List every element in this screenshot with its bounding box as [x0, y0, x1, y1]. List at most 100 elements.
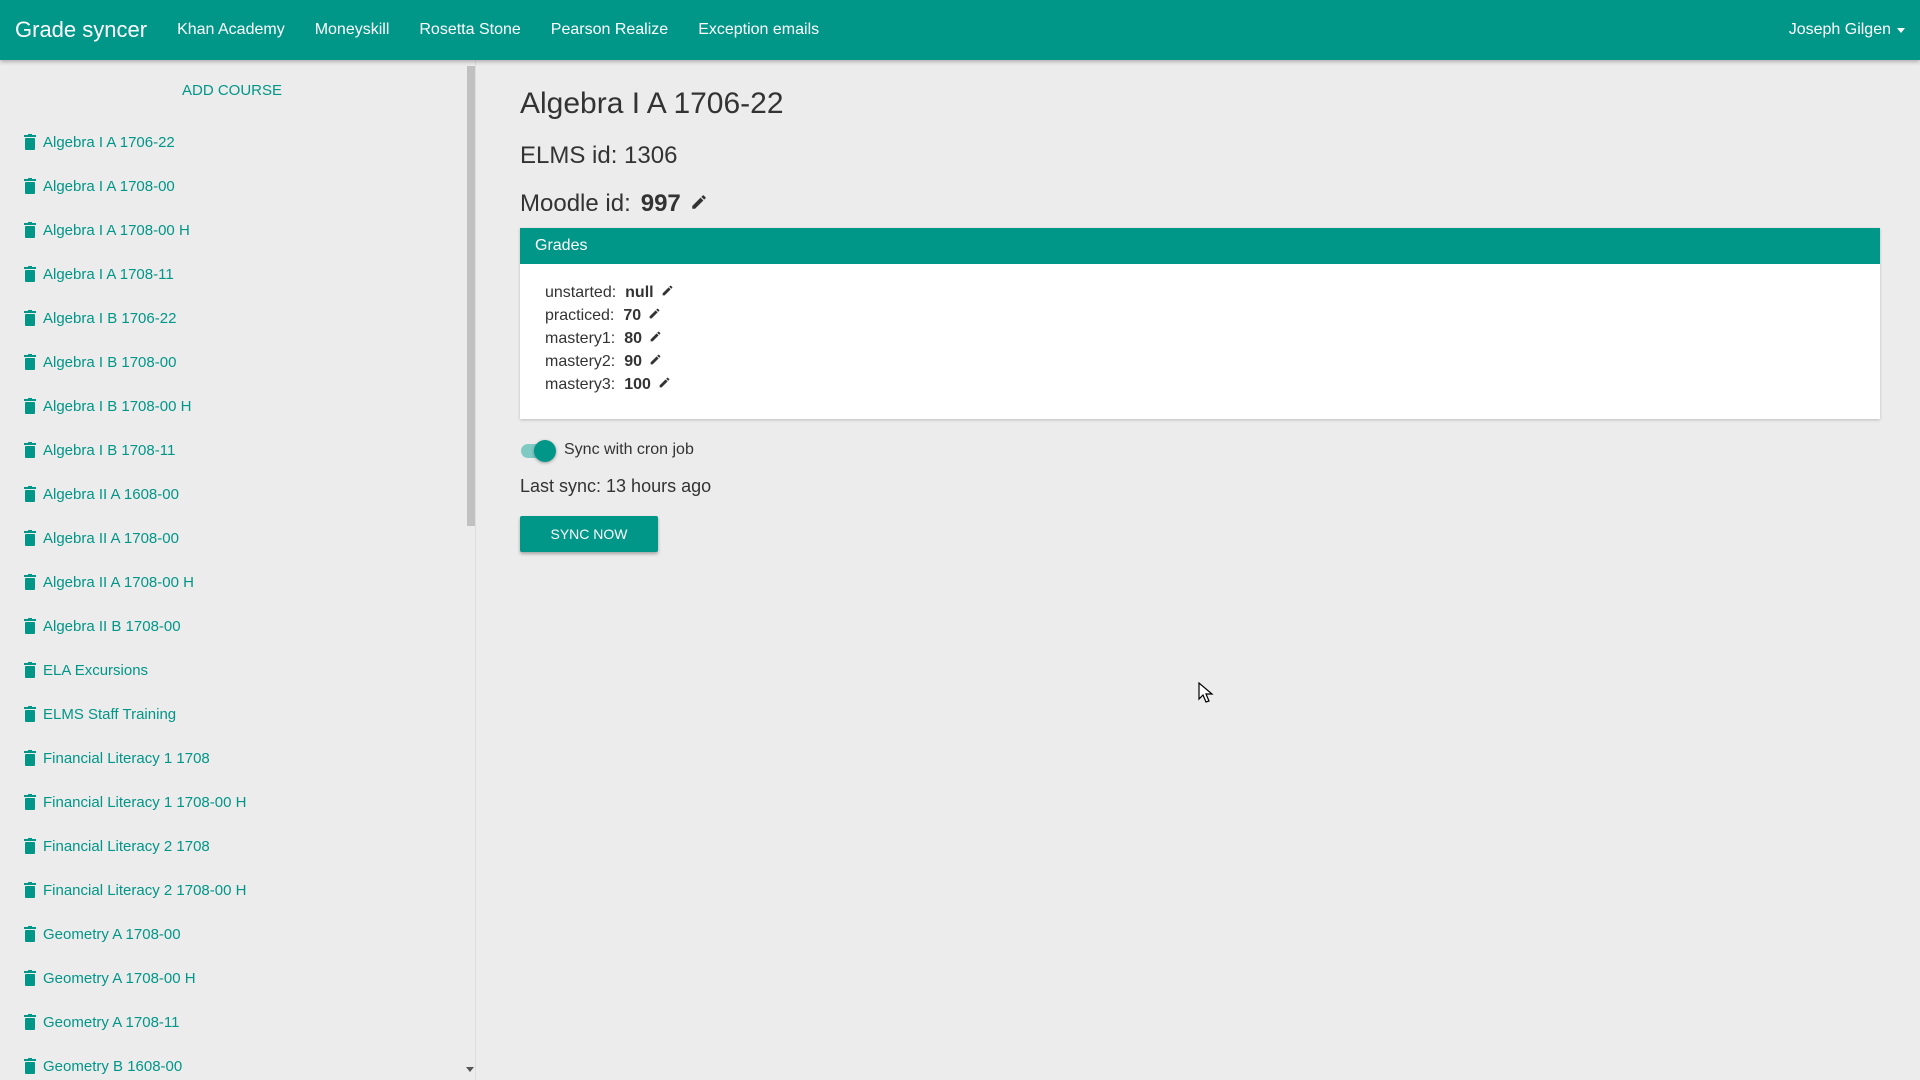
user-name: Joseph Gilgen — [1788, 21, 1891, 38]
scrollbar-thumb[interactable] — [467, 66, 475, 526]
trash-icon[interactable] — [24, 310, 36, 326]
trash-icon[interactable] — [24, 926, 36, 942]
grade-row: unstarted: null — [545, 281, 1880, 304]
grade-value: 80 — [624, 329, 643, 347]
grade-value: 100 — [624, 375, 651, 393]
course-link[interactable]: Algebra I B 1708-00 H — [43, 398, 191, 415]
grade-key: mastery2: — [545, 352, 616, 370]
grade-value: 90 — [624, 352, 643, 370]
course-list-item[interactable]: Algebra I B 1706-22 — [0, 296, 464, 340]
course-list-item[interactable]: ELMS Staff Training — [0, 692, 464, 736]
nav-link-moneyskill[interactable]: Moneyskill — [300, 21, 405, 39]
course-link[interactable]: Algebra II A 1608-00 — [43, 486, 179, 503]
moodle-id-label: Moodle id: — [520, 190, 631, 217]
course-list-item[interactable]: Financial Literacy 2 1708-00 H — [0, 868, 464, 912]
trash-icon[interactable] — [24, 794, 36, 810]
course-link[interactable]: Financial Literacy 1 1708 — [43, 750, 210, 767]
trash-icon[interactable] — [24, 486, 36, 502]
course-list-item[interactable]: Algebra I A 1708-11 — [0, 252, 464, 296]
brand-link[interactable]: Grade syncer — [15, 17, 147, 43]
pencil-icon[interactable] — [690, 190, 708, 218]
course-link[interactable]: Geometry B 1608-00 — [43, 1058, 182, 1075]
user-menu[interactable]: Joseph Gilgen — [1789, 21, 1905, 39]
trash-icon[interactable] — [24, 178, 36, 194]
course-list-item[interactable]: Geometry A 1708-00 — [0, 912, 464, 956]
trash-icon[interactable] — [24, 882, 36, 898]
pencil-icon[interactable] — [648, 307, 661, 325]
course-list-item[interactable]: Algebra I A 1708-00 H — [0, 208, 464, 252]
course-list-item[interactable]: Geometry A 1708-11 — [0, 1000, 464, 1044]
course-list-item[interactable]: Algebra II A 1608-00 — [0, 472, 464, 516]
trash-icon[interactable] — [24, 750, 36, 766]
course-link[interactable]: Algebra I A 1708-00 — [43, 178, 175, 195]
nav-link-pearson-realize[interactable]: Pearson Realize — [536, 21, 683, 39]
trash-icon[interactable] — [24, 618, 36, 634]
trash-icon[interactable] — [24, 706, 36, 722]
trash-icon[interactable] — [24, 442, 36, 458]
course-link[interactable]: Financial Literacy 2 1708-00 H — [43, 882, 246, 899]
scroll-down-arrow-icon[interactable] — [466, 1067, 474, 1072]
grade-row: mastery1: 80 — [545, 327, 1880, 350]
trash-icon[interactable] — [24, 222, 36, 238]
trash-icon[interactable] — [24, 1058, 36, 1074]
sync-cron-toggle[interactable] — [520, 439, 556, 462]
course-link[interactable]: ELMS Staff Training — [43, 706, 176, 723]
pencil-icon[interactable] — [649, 353, 662, 371]
nav-link-exception-emails[interactable]: Exception emails — [683, 21, 834, 39]
course-list-item[interactable]: Financial Literacy 1 1708 — [0, 736, 464, 780]
trash-icon[interactable] — [24, 354, 36, 370]
course-list-item[interactable]: Algebra II B 1708-00 — [0, 604, 464, 648]
pencil-icon[interactable] — [661, 284, 674, 302]
grade-value: 70 — [623, 306, 642, 324]
sync-now-button[interactable]: SYNC NOW — [520, 516, 658, 552]
course-link[interactable]: Algebra II A 1708-00 H — [43, 574, 194, 591]
course-list-item[interactable]: Algebra I A 1706-22 — [0, 120, 464, 164]
course-list-item[interactable]: Geometry A 1708-00 H — [0, 956, 464, 1000]
course-list-item[interactable]: ELA Excursions — [0, 648, 464, 692]
course-list-item[interactable]: Algebra I B 1708-00 H — [0, 384, 464, 428]
nav-link-khan-academy[interactable]: Khan Academy — [162, 21, 300, 39]
course-list-item[interactable]: Geometry B 1608-00 — [0, 1044, 464, 1080]
course-list-item[interactable]: Financial Literacy 1 1708-00 H — [0, 780, 464, 824]
course-link[interactable]: Algebra I A 1706-22 — [43, 134, 175, 151]
course-link[interactable]: Geometry A 1708-00 H — [43, 970, 196, 987]
course-link[interactable]: ELA Excursions — [43, 662, 148, 679]
course-link[interactable]: Algebra II B 1708-00 — [43, 618, 181, 635]
trash-icon[interactable] — [24, 574, 36, 590]
add-course-button[interactable]: ADD COURSE — [0, 82, 464, 99]
trash-icon[interactable] — [24, 662, 36, 678]
grades-panel: Grades unstarted: null practiced: 70 mastery… — [520, 228, 1880, 419]
last-sync-text: Last sync: 13 hours ago — [520, 476, 712, 496]
course-link[interactable]: Algebra I A 1708-00 H — [43, 222, 190, 239]
pencil-icon[interactable] — [658, 376, 671, 394]
course-link[interactable]: Geometry A 1708-00 — [43, 926, 181, 943]
course-link[interactable]: Algebra I B 1706-22 — [43, 310, 176, 327]
trash-icon[interactable] — [24, 838, 36, 854]
course-link[interactable]: Financial Literacy 2 1708 — [43, 838, 210, 855]
course-list-item[interactable]: Financial Literacy 2 1708 — [0, 824, 464, 868]
course-list-item[interactable]: Algebra II A 1708-00 H — [0, 560, 464, 604]
sync-cron-label: Sync with cron job — [564, 441, 694, 458]
course-link[interactable]: Algebra I B 1708-11 — [43, 442, 175, 459]
course-link[interactable]: Financial Literacy 1 1708-00 H — [43, 794, 246, 811]
trash-icon[interactable] — [24, 530, 36, 546]
grade-row: mastery2: 90 — [545, 350, 1880, 373]
trash-icon[interactable] — [24, 398, 36, 414]
course-list-item[interactable]: Algebra I B 1708-00 — [0, 340, 464, 384]
course-link[interactable]: Algebra II A 1708-00 — [43, 530, 179, 547]
course-sidebar: ADD COURSE Algebra I A 1706-22 Algebra I … — [0, 60, 476, 1080]
grade-key: mastery1: — [545, 329, 616, 347]
trash-icon[interactable] — [24, 266, 36, 282]
course-list-item[interactable]: Algebra I B 1708-11 — [0, 428, 464, 472]
trash-icon[interactable] — [24, 134, 36, 150]
course-list: Algebra I A 1706-22 Algebra I A 1708-00 Al… — [0, 120, 464, 1080]
course-list-item[interactable]: Algebra II A 1708-00 — [0, 516, 464, 560]
nav-link-rosetta-stone[interactable]: Rosetta Stone — [404, 21, 535, 39]
course-link[interactable]: Algebra I A 1708-11 — [43, 266, 174, 283]
course-list-item[interactable]: Algebra I A 1708-00 — [0, 164, 464, 208]
course-link[interactable]: Algebra I B 1708-00 — [43, 354, 176, 371]
trash-icon[interactable] — [24, 970, 36, 986]
course-link[interactable]: Geometry A 1708-11 — [43, 1014, 179, 1031]
pencil-icon[interactable] — [649, 330, 662, 348]
trash-icon[interactable] — [24, 1014, 36, 1030]
